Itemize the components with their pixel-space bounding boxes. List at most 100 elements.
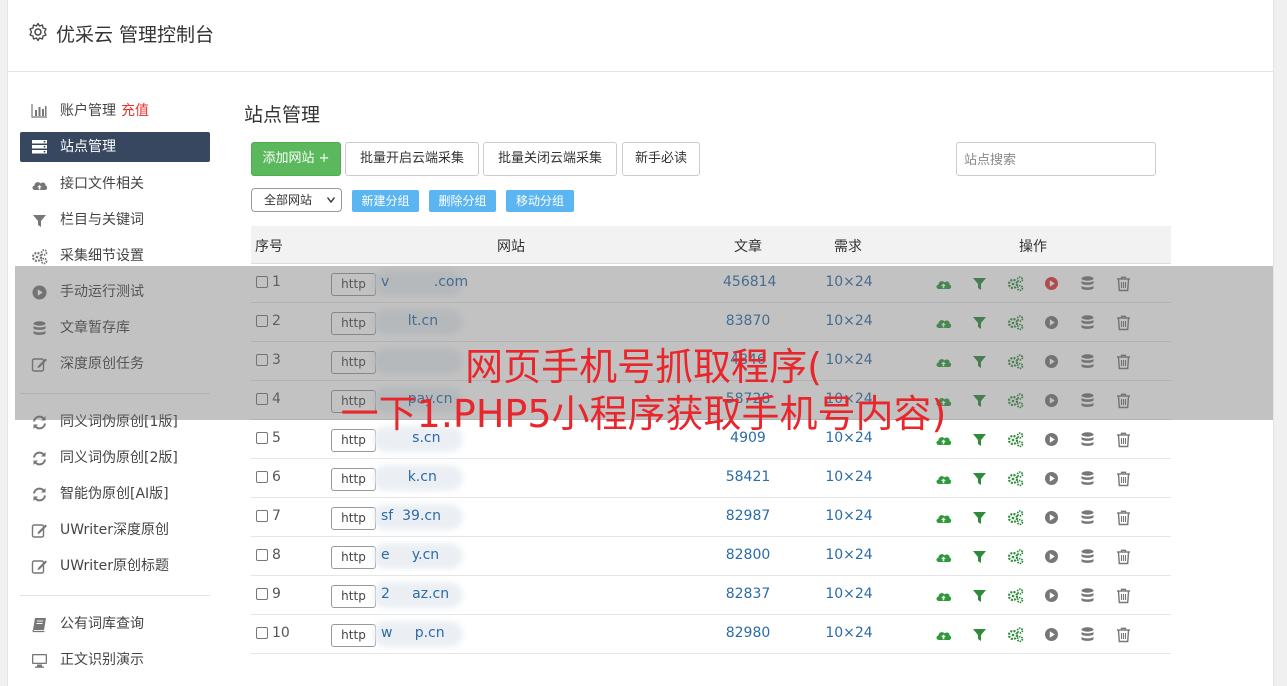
row-checkbox[interactable] [256,471,268,483]
main-content: 站点管理 添加网站 + 批量开启云端采集 批量关闭云端采集 新手必读 全部网站 … [244,100,1171,654]
sidebar-item-uwriter-title[interactable]: UWriter原创标题 [20,550,210,586]
article-count[interactable]: 58421 [723,469,773,485]
sidebar-item-sites[interactable]: 站点管理 [20,132,210,162]
trash-icon[interactable] [1115,626,1132,643]
site-url-link[interactable]: sf 39.cn [381,508,441,524]
row-index: 7 [272,508,281,524]
sidebar-item-label: UWriter深度原创 [60,522,169,538]
demand-value[interactable]: 10×24 [823,508,875,524]
batch-close-cloud-button[interactable]: 批量关闭云端采集 [483,142,617,176]
delete-group-button[interactable]: 删除分组 [429,190,496,212]
cloud-upload-icon[interactable] [935,470,952,487]
newbie-guide-button[interactable]: 新手必读 [622,142,700,176]
table-row: 9 http 2 az.cn 82837 10×24 [251,576,1171,615]
trash-icon[interactable] [1115,587,1132,604]
batch-open-cloud-button[interactable]: 批量开启云端采集 [345,142,479,176]
sidebar-item-interface-files[interactable]: 接口文件相关 [20,168,210,204]
row-checkbox[interactable] [256,510,268,522]
filter-icon[interactable] [971,626,988,643]
play-circle-icon[interactable] [1043,587,1060,604]
play-circle-icon[interactable] [1043,509,1060,526]
database-icon[interactable] [1079,470,1096,487]
site-url-link[interactable]: w p.cn [381,625,445,641]
sidebar-item-label: 采集细节设置 [60,248,144,264]
sidebar-divider [20,595,210,596]
cloud-upload-icon[interactable] [935,626,952,643]
banner-headline: 网页手机号抓取程序( 一下1.PHP5小程序获取手机号内容) [0,344,1287,438]
database-icon[interactable] [1079,548,1096,565]
gears-icon[interactable] [1007,626,1024,643]
gear-icon[interactable] [28,22,48,42]
sidebar-item-label: UWriter原创标题 [60,558,169,574]
new-group-button[interactable]: 新建分组 [352,190,419,212]
cloud-upload-icon[interactable] [935,587,952,604]
bar-chart-icon [31,104,47,118]
sidebar-item-text-recognition[interactable]: 正文识别演示 [20,644,210,680]
sidebar-item-label: 正文识别演示 [60,652,144,668]
toolbar: 添加网站 + 批量开启云端采集 批量关闭云端采集 新手必读 [244,142,1169,176]
filter-icon[interactable] [971,509,988,526]
gears-icon [31,249,48,265]
sidebar-item-label: 接口文件相关 [60,176,144,192]
col-articles: 文章 [734,239,762,255]
trash-icon[interactable] [1115,548,1132,565]
row-index: 10 [272,625,290,641]
site-search-input[interactable] [956,142,1156,176]
cloud-upload-icon[interactable] [935,509,952,526]
site-url-link[interactable]: 2 az.cn [381,586,449,602]
sidebar-item-account[interactable]: 账户管理 充值 [20,95,210,127]
move-group-button[interactable]: 移动分组 [506,190,574,212]
demand-value[interactable]: 10×24 [823,586,875,602]
gears-icon[interactable] [1007,587,1024,604]
article-count[interactable]: 82980 [723,625,773,641]
sidebar-item-label: 账户管理 [60,103,116,119]
play-circle-icon[interactable] [1043,626,1060,643]
filter-icon[interactable] [971,587,988,604]
gears-icon[interactable] [1007,548,1024,565]
demand-value[interactable]: 10×24 [823,625,875,641]
col-index: 序号 [255,239,283,255]
demand-value[interactable]: 10×24 [823,469,875,485]
demand-value[interactable]: 10×24 [823,547,875,563]
database-icon[interactable] [1079,587,1096,604]
sidebar-item-uwriter-deep[interactable]: UWriter深度原创 [20,514,210,550]
protocol-badge[interactable]: http [331,507,376,530]
database-icon[interactable] [1079,509,1096,526]
group-select[interactable]: 全部网站 [251,188,342,212]
protocol-badge[interactable]: http [331,585,376,608]
group-select-value: 全部网站 [264,193,313,207]
protocol-badge[interactable]: http [331,468,376,491]
cloud-upload-icon[interactable] [935,548,952,565]
article-count[interactable]: 82987 [723,508,773,524]
article-count[interactable]: 82800 [723,547,773,563]
sidebar-item-public-lexicon[interactable]: 公有词库查询 [20,608,210,644]
gears-icon[interactable] [1007,470,1024,487]
site-url-link[interactable]: e y.cn [381,547,439,563]
sidebar-item-synonym-v2[interactable]: 同义词伪原创[2版] [20,442,210,478]
col-demand: 需求 [834,239,862,255]
table-row: 6 http k.cn 58421 10×24 [251,459,1171,498]
sidebar-item-columns-keywords[interactable]: 栏目与关键词 [20,204,210,240]
recharge-link[interactable]: 充值 [121,103,149,119]
sidebar-item-label: 同义词伪原创[2版] [60,450,178,466]
filter-icon[interactable] [971,548,988,565]
trash-icon[interactable] [1115,470,1132,487]
sidebar-item-smart-ai[interactable]: 智能伪原创[AI版] [20,478,210,514]
row-checkbox[interactable] [256,627,268,639]
gears-icon[interactable] [1007,509,1024,526]
add-site-button[interactable]: 添加网站 + [251,142,341,176]
protocol-badge[interactable]: http [331,624,376,647]
filter-icon[interactable] [971,470,988,487]
article-count[interactable]: 82837 [723,586,773,602]
monitor-icon [32,654,47,668]
row-checkbox[interactable] [256,549,268,561]
server-icon [32,140,47,154]
site-url-link[interactable]: k.cn [381,469,437,485]
protocol-badge[interactable]: http [331,546,376,569]
row-checkbox[interactable] [256,588,268,600]
trash-icon[interactable] [1115,509,1132,526]
play-circle-icon[interactable] [1043,470,1060,487]
chevron-down-icon [327,197,335,203]
database-icon[interactable] [1079,626,1096,643]
play-circle-icon[interactable] [1043,548,1060,565]
